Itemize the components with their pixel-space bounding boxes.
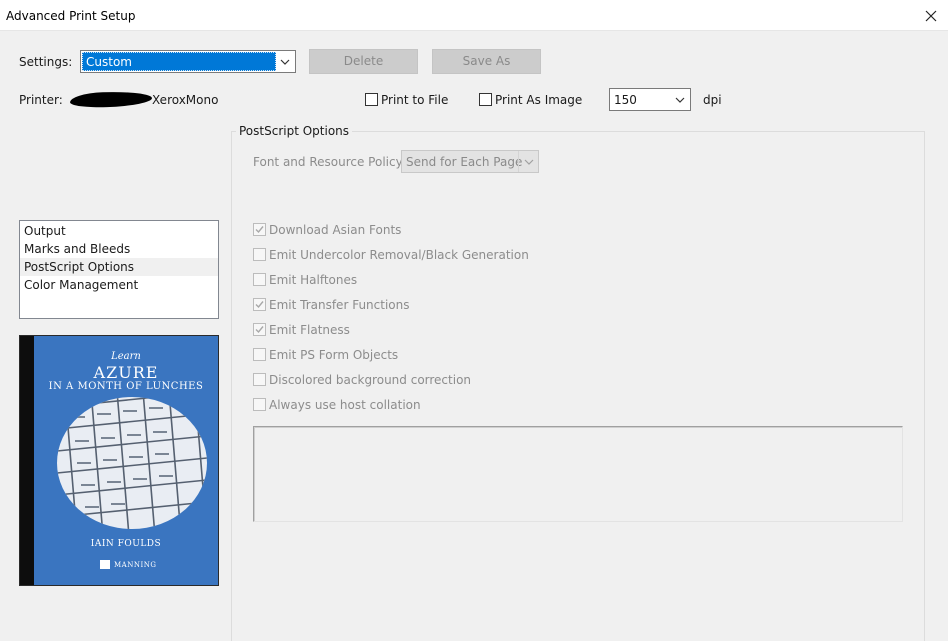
- chevron-down-icon: [524, 159, 533, 165]
- dpi-value: 150: [614, 93, 637, 107]
- postscript-option-label: Emit Transfer Functions: [269, 298, 410, 312]
- printer-label: Printer:: [19, 93, 63, 107]
- checkmark-icon: [255, 226, 264, 234]
- page-preview: Learn AZURE IN A MONTH OF LUNCHES IAIN F…: [19, 335, 219, 586]
- postscript-option-label: Always use host collation: [269, 398, 421, 412]
- postscript-option-checkbox[interactable]: [253, 223, 266, 236]
- redaction-mark: [69, 90, 153, 109]
- dpi-unit-label: dpi: [703, 93, 722, 107]
- delete-button[interactable]: Delete: [309, 49, 418, 74]
- chevron-down-icon: [280, 59, 290, 65]
- close-icon: [925, 10, 937, 21]
- settings-label: Settings:: [19, 55, 73, 69]
- close-button[interactable]: [914, 0, 948, 31]
- postscript-option-checkbox[interactable]: [253, 373, 266, 386]
- description-box: [253, 426, 903, 522]
- list-item-output[interactable]: Output: [20, 222, 218, 240]
- checkmark-icon: [255, 326, 264, 334]
- print-as-image-checkbox[interactable]: [479, 93, 492, 106]
- title-bar: Advanced Print Setup: [0, 0, 948, 31]
- chevron-down-icon: [675, 97, 685, 103]
- print-to-file-checkbox[interactable]: [365, 93, 378, 106]
- postscript-option-label: Emit Halftones: [269, 273, 358, 287]
- policy-dropdown-toggle[interactable]: [518, 151, 538, 172]
- postscript-option-checkbox[interactable]: [253, 398, 266, 411]
- dpi-select[interactable]: 150: [609, 88, 691, 111]
- postscript-option-label: Emit Flatness: [269, 323, 350, 337]
- category-list[interactable]: Output Marks and Bleeds PostScript Optio…: [19, 220, 219, 319]
- calendar-illustration: [57, 397, 207, 529]
- cover-title: AZURE: [93, 363, 159, 382]
- window-title: Advanced Print Setup: [6, 9, 136, 23]
- list-item-color-management[interactable]: Color Management: [20, 276, 218, 294]
- publisher-logo-icon: [100, 560, 110, 569]
- postscript-option-label: Emit PS Form Objects: [269, 348, 399, 362]
- save-as-button[interactable]: Save As: [432, 49, 541, 74]
- settings-dropdown-toggle[interactable]: [275, 51, 295, 72]
- policy-value: Send for Each Page: [406, 155, 523, 169]
- printer-name: XeroxMono: [152, 93, 219, 107]
- cover-learn-text: Learn: [111, 351, 141, 362]
- postscript-option-checkbox[interactable]: [253, 248, 266, 261]
- postscript-option-checkbox[interactable]: [253, 323, 266, 336]
- list-item-marks-and-bleeds[interactable]: Marks and Bleeds: [20, 240, 218, 258]
- settings-select[interactable]: Custom: [80, 50, 296, 73]
- checkmark-icon: [255, 301, 264, 309]
- font-resource-policy-select[interactable]: Send for Each Page: [401, 150, 539, 173]
- postscript-option-checkbox[interactable]: [253, 348, 266, 361]
- policy-label: Font and Resource Policy:: [253, 155, 406, 169]
- postscript-option-label: Discolored background correction: [269, 373, 472, 387]
- cover-author: IAIN FOULDS: [90, 539, 162, 549]
- print-as-image-label: Print As Image: [495, 93, 583, 107]
- preview-spine: [20, 336, 34, 585]
- list-item-postscript-options[interactable]: PostScript Options: [20, 258, 218, 276]
- postscript-option-label: Download Asian Fonts: [269, 223, 402, 237]
- dpi-dropdown-toggle[interactable]: [670, 89, 690, 110]
- postscript-option-checkbox[interactable]: [253, 273, 266, 286]
- postscript-option-label: Emit Undercolor Removal/Black Generation: [269, 248, 529, 262]
- postscript-option-checkbox[interactable]: [253, 298, 266, 311]
- print-to-file-label: Print to File: [381, 93, 449, 107]
- settings-selected-value: Custom: [82, 52, 276, 71]
- postscript-group-title: PostScript Options: [236, 124, 353, 138]
- cover-subtitle: IN A MONTH OF LUNCHES: [48, 381, 204, 392]
- cover-publisher: MANNING: [114, 561, 157, 569]
